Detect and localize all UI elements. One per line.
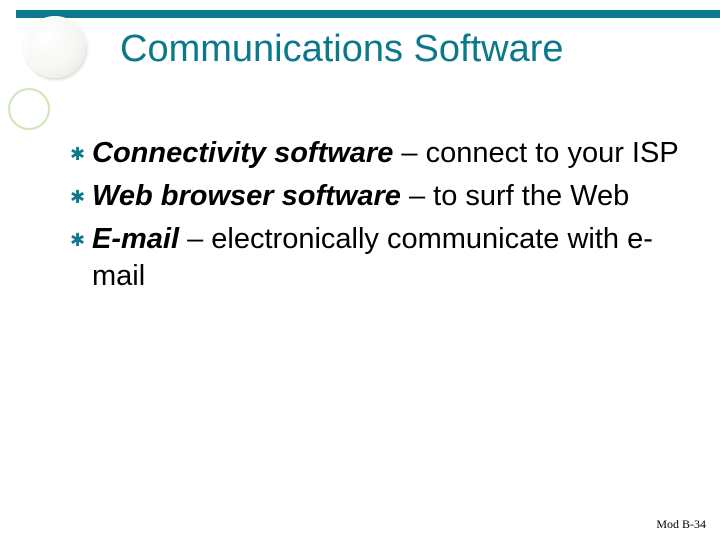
list-item: ✱ E-mail – electronically communicate wi… [70, 221, 680, 295]
decorative-sphere [24, 16, 86, 78]
slide-number: Mod B-34 [656, 517, 706, 532]
asterisk-icon: ✱ [70, 221, 92, 249]
description: – to surf the Web [401, 180, 629, 212]
asterisk-icon: ✱ [70, 135, 92, 163]
description: – connect to your ISP [393, 137, 678, 169]
list-item-text: Web browser software – to surf the Web [92, 178, 680, 215]
slide-title: Communications Software [120, 28, 680, 71]
list-item-text: Connectivity software – connect to your … [92, 135, 680, 172]
top-rule [0, 10, 720, 18]
decorative-ring [8, 88, 50, 130]
content-area: ✱ Connectivity software – connect to you… [70, 135, 680, 301]
asterisk-icon: ✱ [70, 178, 92, 206]
term: E-mail [92, 223, 179, 255]
list-item: ✱ Connectivity software – connect to you… [70, 135, 680, 172]
list-item-text: E-mail – electronically communicate with… [92, 221, 680, 295]
term: Web browser software [92, 180, 401, 212]
list-item: ✱ Web browser software – to surf the Web [70, 178, 680, 215]
term: Connectivity software [92, 137, 393, 169]
